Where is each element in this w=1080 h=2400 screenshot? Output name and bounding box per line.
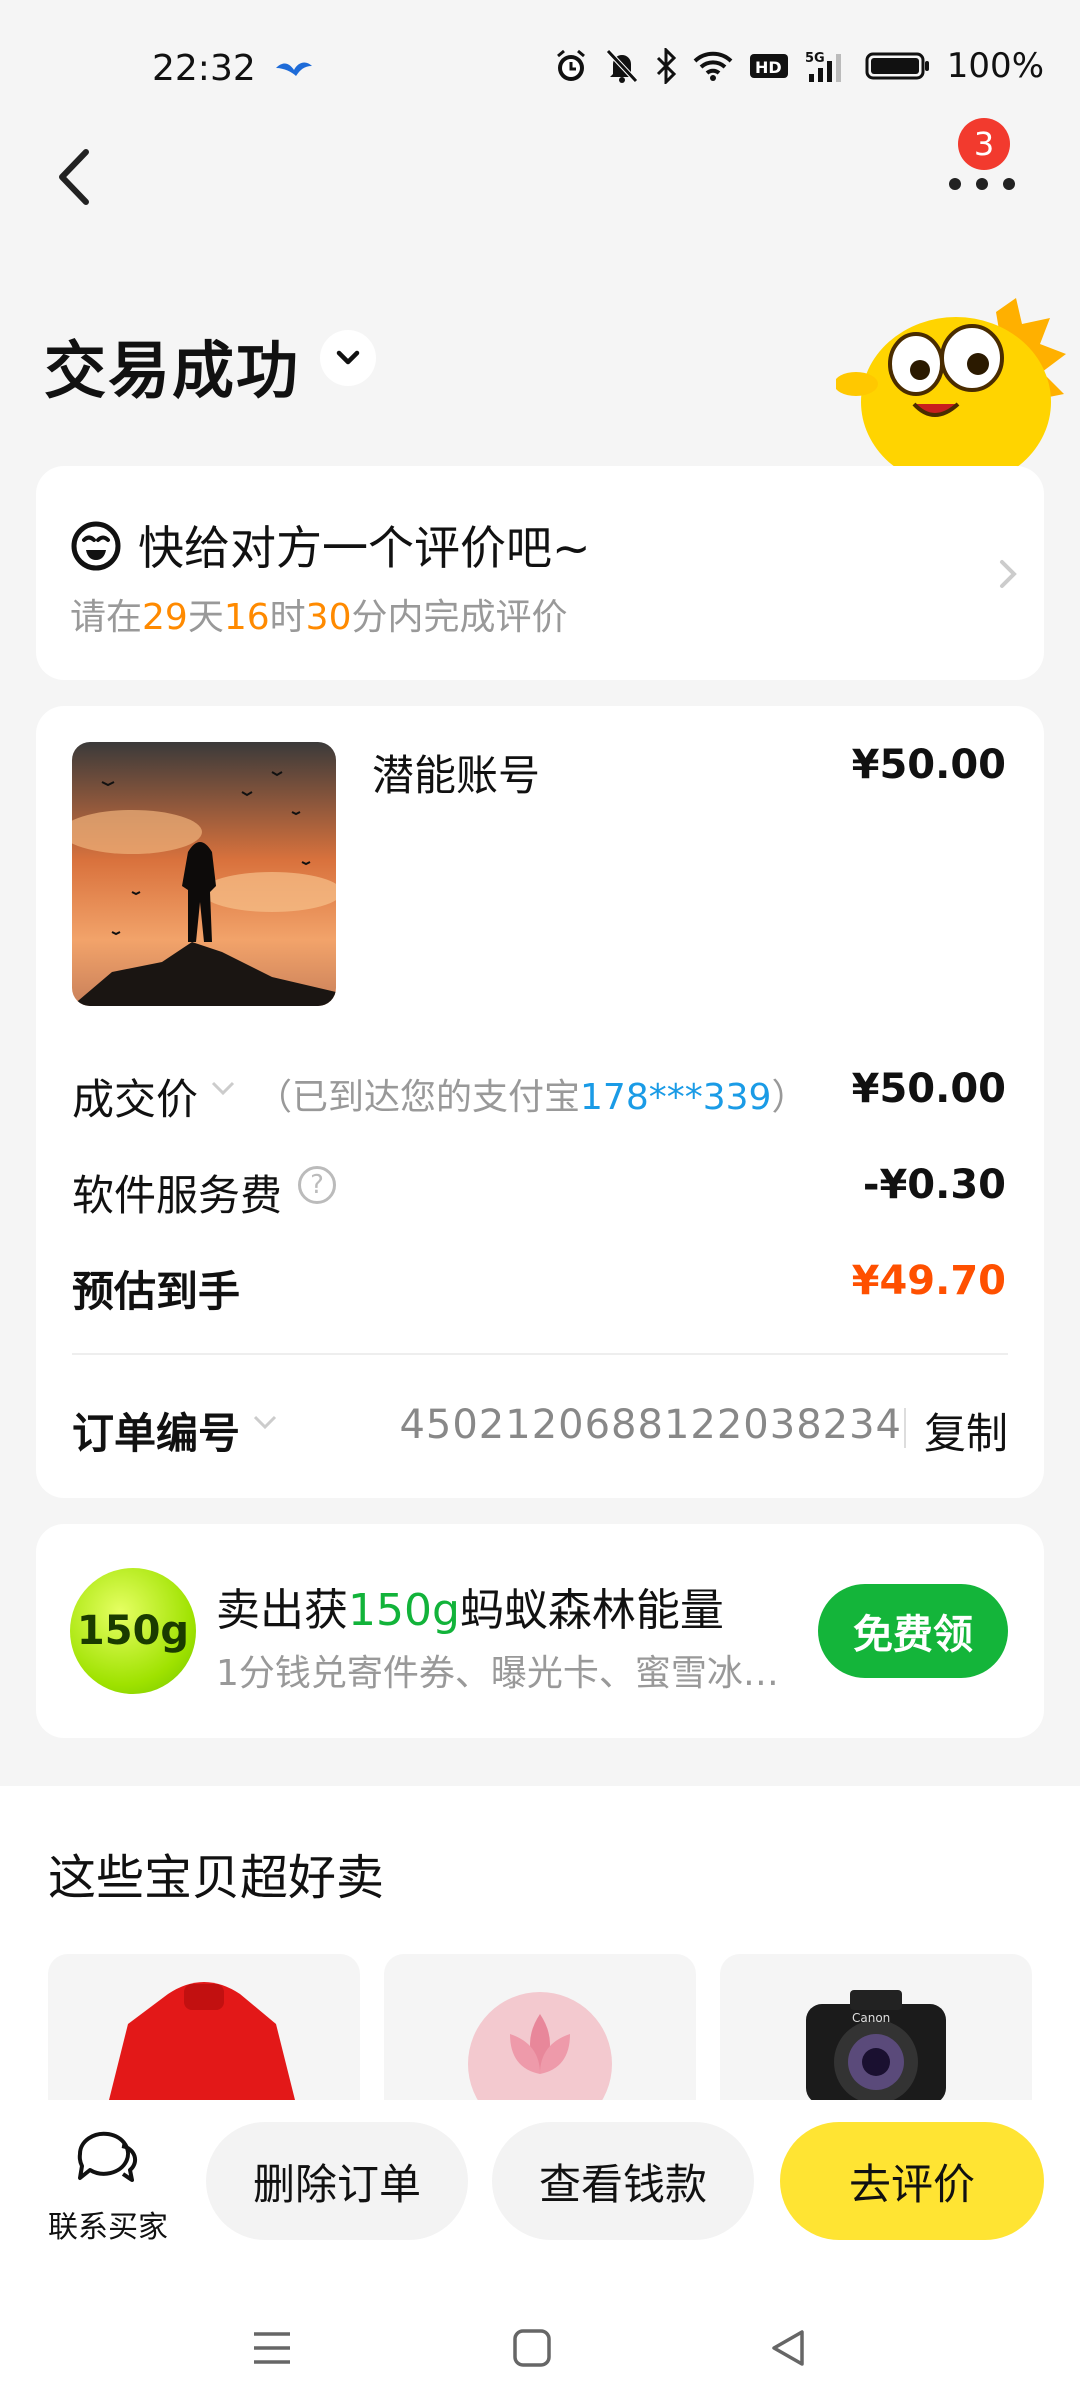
chevron-down-icon <box>336 350 360 365</box>
mascot-image <box>834 292 1066 487</box>
signal-5g-icon: 5G <box>805 48 849 84</box>
system-nav-bar <box>0 2306 1080 2400</box>
recommend-item[interactable] <box>48 1954 360 2104</box>
deal-price-value: ¥50.00 <box>851 1066 1006 1112</box>
chevron-down-icon[interactable] <box>250 1412 280 1436</box>
review-title: 快给对方一个评价吧~ <box>138 521 591 575</box>
alarm-icon <box>553 48 589 84</box>
deal-price-label[interactable]: 成交价 <box>72 1066 198 1127</box>
product-image[interactable] <box>72 742 336 1006</box>
bell-off-icon <box>605 48 639 84</box>
product-name[interactable]: 潜能账号 <box>372 742 540 803</box>
recommend-item[interactable] <box>384 1954 696 2104</box>
status-bar: 22:32 HD 5G 100% <box>0 0 1080 140</box>
recommend-title: 这些宝贝超好卖 <box>48 1850 385 1906</box>
bluetooth-icon <box>655 48 677 84</box>
separator <box>904 1408 906 1448</box>
recommend-item[interactable]: Canon <box>720 1954 1032 2104</box>
help-icon[interactable]: ? <box>298 1166 336 1204</box>
view-funds-button[interactable]: 查看钱款 <box>492 2122 754 2240</box>
title-expand-button[interactable] <box>320 330 376 386</box>
bird-icon <box>274 56 314 86</box>
page-title: 交易成功 <box>44 334 301 407</box>
chat-bubble-icon[interactable] <box>70 2126 142 2188</box>
copy-button[interactable]: 复制 <box>924 1400 1008 1461</box>
contact-buyer-label[interactable]: 联系买家 <box>48 2202 168 2246</box>
back-triangle-icon[interactable] <box>768 2328 808 2372</box>
svg-text:5G: 5G <box>805 51 825 66</box>
estimate-value: ¥49.70 <box>851 1258 1006 1304</box>
pink-flower-image <box>468 1992 612 2104</box>
energy-badge: 150g <box>70 1568 196 1694</box>
claim-free-button[interactable]: 免费领 <box>818 1584 1008 1678</box>
review-countdown: 请在29天16时30分内完成评价 <box>70 597 568 638</box>
service-fee-label: 软件服务费 <box>72 1171 283 1220</box>
deal-price-note: （已到达您的支付宝178***339） <box>256 1077 808 1118</box>
hd-icon: HD <box>749 51 789 81</box>
red-sweater-image <box>108 1982 296 2104</box>
svg-text:Canon: Canon <box>852 2011 890 2025</box>
chevron-right-icon <box>996 556 1020 596</box>
wifi-icon <box>693 50 733 82</box>
order-number: 4502120688122038234 <box>399 1402 902 1448</box>
menu-icon[interactable] <box>252 2328 292 2372</box>
home-square-icon[interactable] <box>512 2328 552 2372</box>
camera-image: Canon <box>806 1990 946 2104</box>
svg-text:HD: HD <box>755 58 782 77</box>
energy-subtitle: 1分钱兑寄件券、曝光卡、蜜雪冰… <box>216 1653 779 1694</box>
write-review-button[interactable]: 去评价 <box>780 2122 1044 2240</box>
notification-badge: 3 <box>958 118 1010 170</box>
battery-icon <box>865 51 931 81</box>
status-icons: HD 5G 100% <box>553 46 1044 86</box>
service-fee-value: -¥0.30 <box>862 1162 1006 1208</box>
product-price: ¥50.00 <box>851 742 1006 788</box>
energy-title: 卖出获150g蚂蚁森林能量 <box>216 1585 724 1636</box>
smile-face-icon <box>70 520 122 572</box>
chevron-left-icon <box>59 149 89 205</box>
battery-percent: 100% <box>946 46 1044 86</box>
status-time: 22:32 <box>152 48 256 89</box>
divider <box>72 1353 1008 1355</box>
delete-order-button[interactable]: 删除订单 <box>206 2122 468 2240</box>
order-number-label[interactable]: 订单编号 <box>72 1400 240 1461</box>
estimate-label: 预估到手 <box>72 1267 241 1316</box>
back-button[interactable] <box>48 142 108 212</box>
chevron-down-icon[interactable] <box>208 1078 238 1102</box>
